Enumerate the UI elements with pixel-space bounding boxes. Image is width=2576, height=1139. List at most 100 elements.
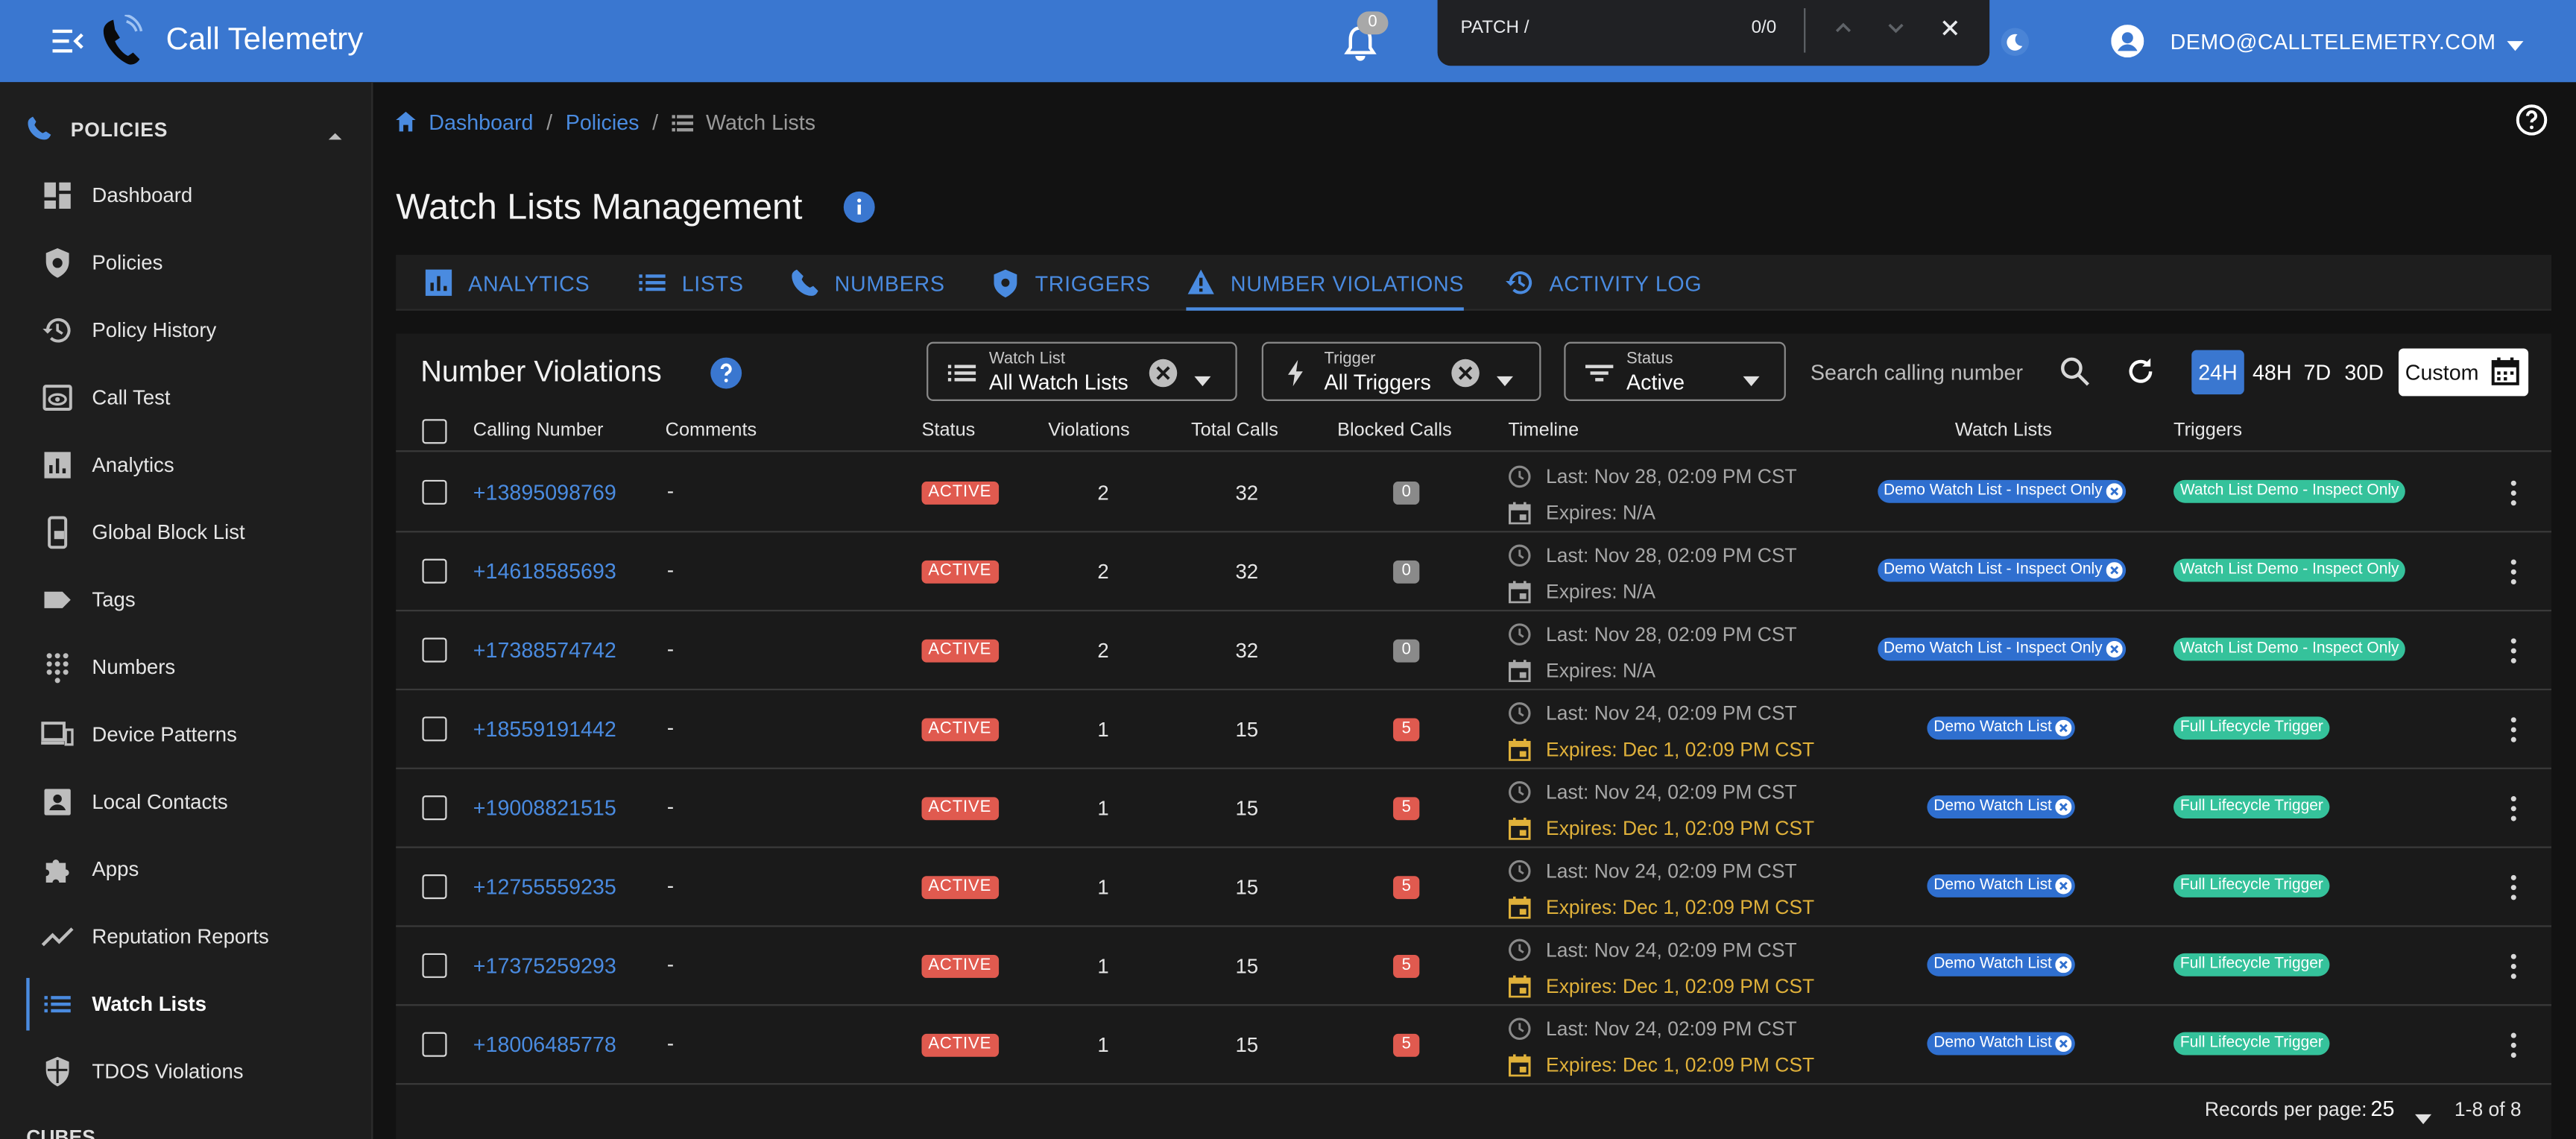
trigger-chip[interactable]: Full Lifecycle Trigger (2174, 716, 2330, 740)
select-all-checkbox[interactable] (422, 419, 447, 444)
tab-activity-log[interactable]: ACTIVITY LOG (1505, 255, 1702, 311)
trigger-filter-select[interactable]: Trigger All Triggers (1261, 341, 1541, 401)
row-checkbox[interactable] (422, 795, 447, 821)
tab-number-violations[interactable]: NUMBER VIOLATIONS (1186, 255, 1465, 311)
caret-down-icon[interactable] (1496, 367, 1513, 387)
sidebar-item-numbers[interactable]: Numbers (26, 638, 364, 697)
chip-remove-icon[interactable] (2106, 640, 2123, 657)
sidebar-item-policies[interactable]: Policies (26, 233, 364, 292)
watch-list-chip[interactable]: Demo Watch List (1927, 953, 2075, 976)
row-checkbox[interactable] (422, 479, 447, 505)
trigger-chip[interactable]: Full Lifecycle Trigger (2174, 953, 2330, 976)
column-header-total-calls[interactable]: Total Calls (1191, 420, 1278, 440)
column-header-calling-number[interactable]: Calling Number (473, 420, 604, 440)
table-row[interactable]: +19008821515 - ACTIVE 1 15 5 Last: Nov 24, 02:… (396, 769, 2551, 848)
sidebar-item-global-block-list[interactable]: Global Block List (26, 503, 364, 562)
chip-remove-icon[interactable] (2055, 1035, 2072, 1053)
trigger-chip[interactable]: Full Lifecycle Trigger (2174, 1032, 2330, 1056)
column-header-triggers[interactable]: Triggers (2174, 420, 2242, 440)
breadcrumb-dashboard-link[interactable]: Dashboard (429, 110, 533, 134)
more-vert-icon[interactable] (2509, 480, 2519, 506)
more-vert-icon[interactable] (2509, 716, 2519, 742)
trigger-chip[interactable]: Watch List Demo - Inspect Only (2174, 637, 2406, 661)
watch-list-chip[interactable]: Demo Watch List (1927, 874, 2075, 897)
watch-list-chip[interactable]: Demo Watch List - Inspect Only (1877, 637, 2126, 661)
watch-list-chip[interactable]: Demo Watch List (1927, 1032, 2075, 1056)
column-header-violations[interactable]: Violations (1048, 420, 1129, 440)
column-header-timeline[interactable]: Timeline (1508, 420, 1579, 440)
sidebar-item-dashboard[interactable]: Dashboard (26, 166, 364, 225)
caret-down-icon[interactable] (2415, 1105, 2432, 1125)
search-input[interactable]: Search calling number (1811, 360, 2023, 385)
help-circle-icon[interactable] (2515, 104, 2548, 136)
column-header-blocked-calls[interactable]: Blocked Calls (1337, 420, 1452, 440)
user-email[interactable]: DEMO@CALLTELEMETRY.COM (2171, 30, 2496, 54)
row-checkbox[interactable] (422, 1032, 447, 1057)
table-row[interactable]: +18559191442 - ACTIVE 1 15 5 Last: Nov 24, 02:… (396, 690, 2551, 769)
table-row[interactable]: +12755559235 - ACTIVE 1 15 5 Last: Nov 24, 02:… (396, 848, 2551, 927)
sidebar-section-policies[interactable]: POLICIES (0, 104, 373, 153)
home-icon[interactable] (394, 110, 417, 133)
sidebar-item-call-test[interactable]: Call Test (26, 368, 364, 427)
chip-remove-icon[interactable] (2055, 798, 2072, 815)
caret-down-icon[interactable] (2505, 33, 2525, 51)
column-header-watch-lists[interactable]: Watch Lists (1955, 420, 2052, 440)
more-vert-icon[interactable] (2509, 953, 2519, 979)
trigger-chip[interactable]: Full Lifecycle Trigger (2174, 874, 2330, 897)
find-query-input[interactable]: PATCH / (1460, 18, 1529, 37)
sidebar-item-device-patterns[interactable]: Device Patterns (26, 705, 364, 764)
sidebar-item-local-contacts[interactable]: Local Contacts (26, 772, 364, 831)
sidebar-item-watch-lists[interactable]: Watch Lists (26, 975, 364, 1034)
close-icon[interactable] (1939, 16, 1962, 40)
chip-remove-icon[interactable] (2055, 877, 2072, 895)
status-filter-select[interactable]: Status Active (1564, 341, 1786, 401)
watch-list-chip[interactable]: Demo Watch List - Inspect Only (1877, 558, 2126, 582)
more-vert-icon[interactable] (2509, 638, 2519, 664)
chevron-down-icon[interactable] (1884, 16, 1907, 40)
breadcrumb-policies-link[interactable]: Policies (566, 110, 640, 134)
chip-remove-icon[interactable] (2106, 483, 2123, 500)
calling-number-link[interactable]: +19008821515 (473, 795, 616, 820)
watch-list-chip[interactable]: Demo Watch List - Inspect Only (1877, 479, 2126, 503)
trigger-chip[interactable]: Watch List Demo - Inspect Only (2174, 479, 2406, 503)
range-7d-button[interactable]: 7D (2300, 350, 2334, 395)
range-48h-button[interactable]: 48H (2249, 350, 2295, 395)
calling-number-link[interactable]: +18559191442 (473, 716, 616, 741)
menu-toggle-icon[interactable] (49, 25, 85, 57)
trigger-chip[interactable]: Full Lifecycle Trigger (2174, 795, 2330, 819)
caret-down-icon[interactable] (1743, 367, 1760, 387)
chevron-up-icon[interactable] (1832, 16, 1855, 40)
clear-filter-icon[interactable] (1149, 359, 1178, 388)
sidebar-item-analytics[interactable]: Analytics (26, 435, 364, 494)
more-vert-icon[interactable] (2509, 795, 2519, 821)
calling-number-link[interactable]: +17375259293 (473, 953, 616, 978)
watch-list-filter-select[interactable]: Watch List All Watch Lists (926, 341, 1237, 401)
refresh-icon[interactable] (2126, 356, 2156, 386)
column-header-status[interactable]: Status (922, 420, 976, 440)
sidebar-item-tdos-violations[interactable]: TDOS Violations (26, 1042, 364, 1101)
calling-number-link[interactable]: +12755559235 (473, 874, 616, 899)
watch-list-chip[interactable]: Demo Watch List (1927, 716, 2075, 740)
caret-down-icon[interactable] (1194, 367, 1211, 387)
info-icon[interactable] (843, 191, 876, 224)
calling-number-link[interactable]: +13895098769 (473, 480, 616, 505)
tab-analytics[interactable]: ANALYTICS (424, 255, 590, 311)
sidebar-item-reputation-reports[interactable]: Reputation Reports (26, 907, 364, 966)
help-icon[interactable] (710, 356, 742, 389)
table-row[interactable]: +13895098769 - ACTIVE 2 32 0 Last: Nov 28, 02:… (396, 454, 2551, 533)
table-row[interactable]: +17375259293 - ACTIVE 1 15 5 Last: Nov 24, 02:… (396, 927, 2551, 1006)
more-vert-icon[interactable] (2509, 1032, 2519, 1058)
tab-triggers[interactable]: TRIGGERS (991, 255, 1150, 311)
row-checkbox[interactable] (422, 874, 447, 900)
more-vert-icon[interactable] (2509, 874, 2519, 900)
row-checkbox[interactable] (422, 716, 447, 742)
records-per-page-select[interactable]: 25 (2371, 1097, 2395, 1121)
calling-number-link[interactable]: +18006485778 (473, 1032, 616, 1057)
clear-filter-icon[interactable] (1450, 359, 1480, 388)
dark-mode-toggle-icon[interactable] (2001, 28, 2030, 56)
row-checkbox[interactable] (422, 637, 447, 663)
sidebar-section-next[interactable]: CUBES (26, 1126, 95, 1139)
calling-number-link[interactable]: +17388574742 (473, 638, 616, 663)
range-30d-button[interactable]: 30D (2340, 350, 2389, 395)
sidebar-item-apps[interactable]: Apps (26, 840, 364, 899)
